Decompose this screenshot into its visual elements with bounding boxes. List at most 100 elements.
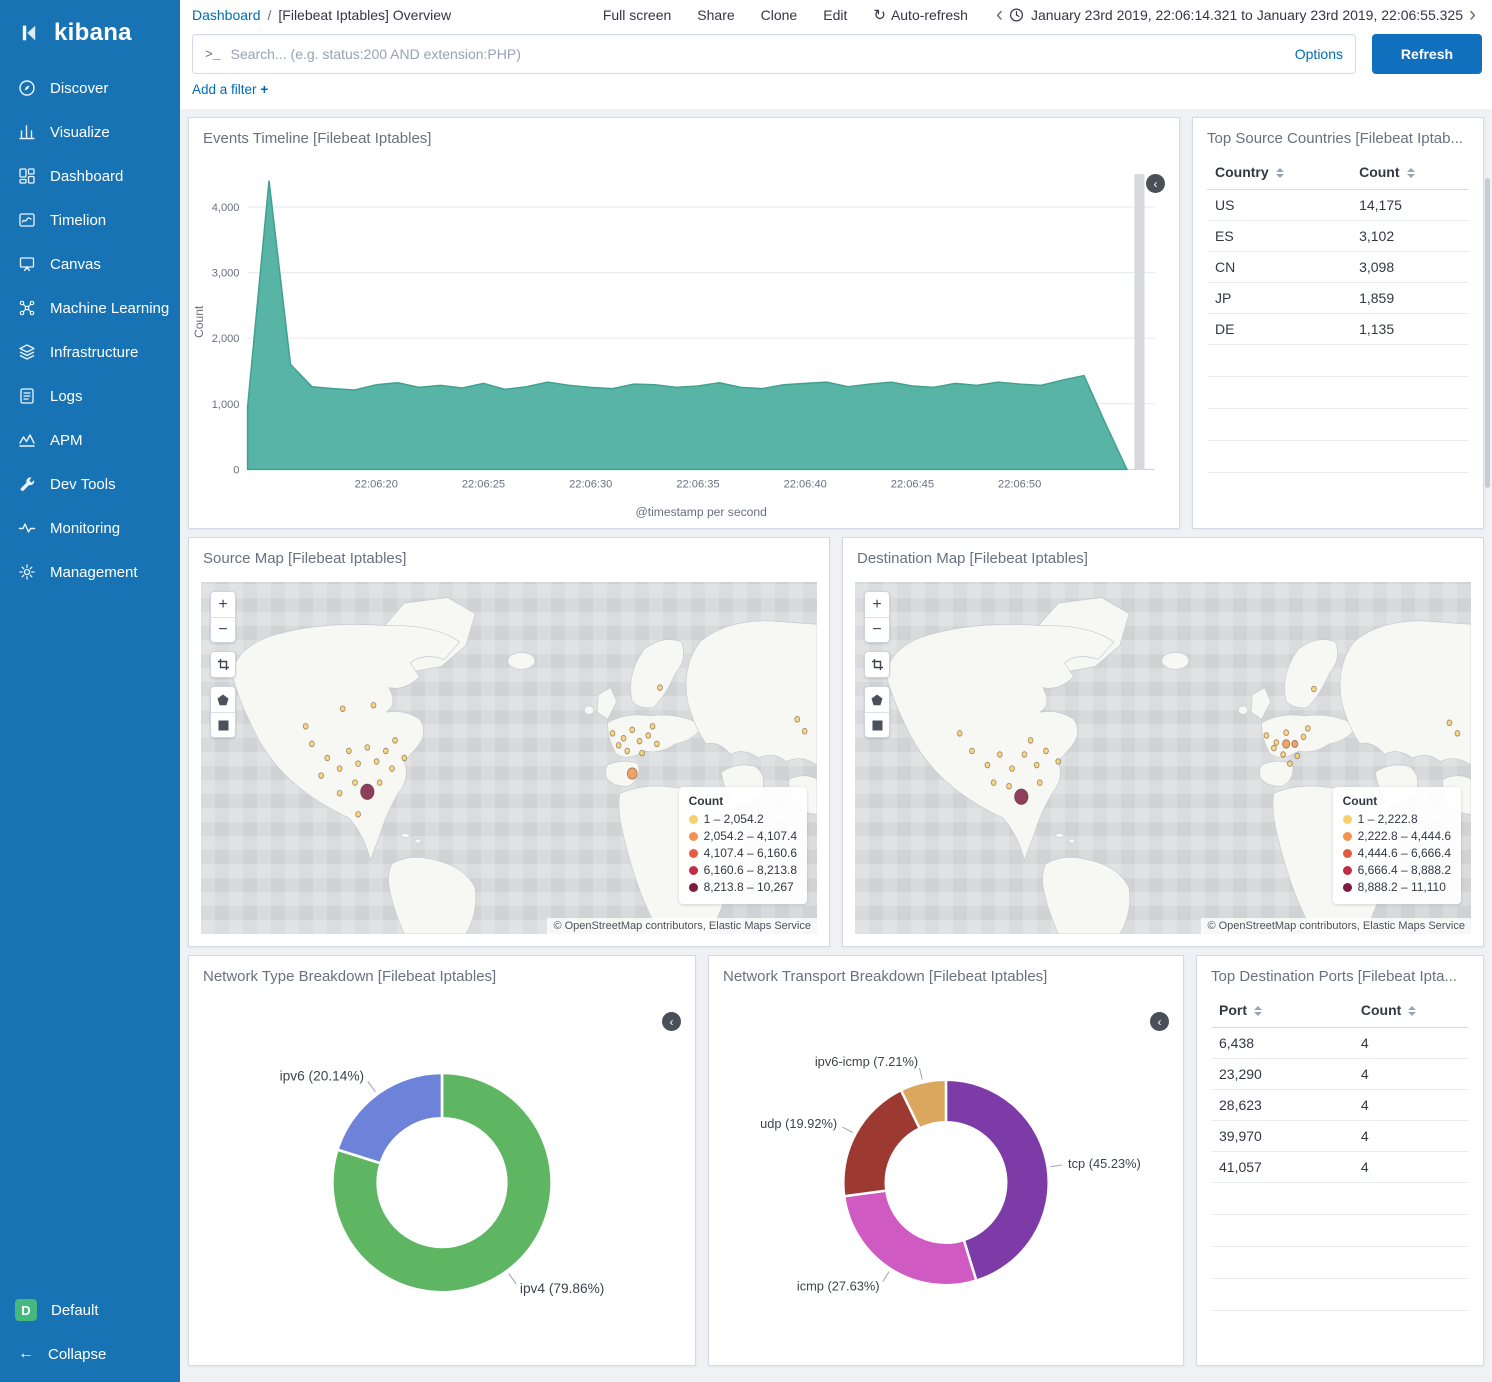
svg-text:1,000: 1,000 [212, 399, 240, 411]
legend-row: 2,222.8 – 4,444.6 [1343, 828, 1451, 845]
legend-row: 1 – 2,222.8 [1343, 811, 1451, 828]
sidebar-item-infrastructure[interactable]: Infrastructure [0, 330, 180, 374]
sidebar-item-visualize[interactable]: Visualize [0, 110, 180, 154]
time-range-picker[interactable]: January 23rd 2019, 22:06:14.321 to Janua… [1009, 7, 1463, 23]
kibana-logo[interactable]: kibana [0, 0, 180, 66]
draw-polygon-icon[interactable] [211, 687, 235, 712]
zoom-in-button[interactable]: + [865, 592, 889, 617]
legend-toggle-icon[interactable]: ‹ [1146, 174, 1165, 193]
table-empty-row [1207, 441, 1469, 473]
fit-data-bounds-icon[interactable] [865, 652, 889, 677]
legend-dot [689, 832, 698, 841]
page-scrollbar[interactable] [1485, 178, 1490, 488]
draw-rectangle-icon[interactable] [211, 712, 235, 737]
share-button[interactable]: Share [697, 7, 734, 23]
main-area: Dashboard / [Filebeat Iptables] Overview… [180, 0, 1492, 1382]
legend-row: 6,160.6 – 8,213.8 [689, 862, 797, 879]
sidebar-item-dev-tools[interactable]: Dev Tools [0, 462, 180, 506]
sidebar-collapse[interactable]: ← Collapse [0, 1332, 180, 1376]
legend-toggle-icon[interactable]: ‹ [1150, 1012, 1169, 1031]
clone-button[interactable]: Clone [761, 7, 798, 23]
draw-polygon-icon[interactable] [865, 687, 889, 712]
table-empty-row [1211, 1279, 1469, 1311]
options-link[interactable]: Options [1283, 46, 1343, 62]
sidebar-item-label: Monitoring [50, 520, 120, 537]
add-filter-link[interactable]: Add a filter + [192, 82, 268, 97]
table-row: 41,0574 [1211, 1152, 1469, 1183]
sidebar-space-default[interactable]: D Default [0, 1288, 180, 1332]
table-row: US14,175 [1207, 190, 1469, 221]
source-map[interactable]: + − Count [201, 582, 817, 934]
kibana-logo-icon [14, 18, 44, 48]
legend-row: 1 – 2,054.2 [689, 811, 797, 828]
time-forward-button[interactable]: › [1463, 4, 1482, 25]
svg-text:udp (19.92%): udp (19.92%) [760, 1116, 837, 1131]
sidebar-item-discover[interactable]: Discover [0, 66, 180, 110]
sidebar-item-dashboard[interactable]: Dashboard [0, 154, 180, 198]
sidebar-item-label: Logs [50, 388, 83, 405]
refresh-button[interactable]: Refresh [1372, 34, 1482, 74]
auto-refresh-button[interactable]: ↻ Auto-refresh [873, 6, 968, 24]
timelion-icon [18, 211, 36, 229]
sidebar-item-timelion[interactable]: Timelion [0, 198, 180, 242]
panel-network-type-breakdown: Network Type Breakdown [Filebeat Iptable… [188, 955, 696, 1366]
column-header-country[interactable]: Country [1207, 155, 1351, 190]
legend-label: 8,888.2 – 11,110 [1358, 879, 1446, 896]
sort-icon [1408, 1006, 1416, 1016]
svg-text:3,000: 3,000 [212, 268, 240, 280]
sidebar-item-monitoring[interactable]: Monitoring [0, 506, 180, 550]
country-cell: CN [1207, 252, 1351, 283]
legend-dot [1343, 815, 1352, 824]
events-timeline-chart-area: 01,0002,0003,0004,00022:06:2022:06:2522:… [189, 158, 1179, 528]
table-empty-row [1207, 409, 1469, 441]
network-type-donut-chart[interactable]: ipv4 (79.86%)ipv6 (20.14%) [189, 996, 695, 1365]
svg-text:22:06:20: 22:06:20 [355, 479, 398, 491]
breadcrumb-dashboard-link[interactable]: Dashboard [192, 7, 261, 23]
port-cell: 41,057 [1211, 1152, 1353, 1183]
sidebar-item-label: Canvas [50, 256, 101, 273]
sidebar-item-management[interactable]: Management [0, 550, 180, 594]
svg-text:22:06:30: 22:06:30 [569, 479, 612, 491]
time-back-button[interactable]: ‹ [990, 4, 1009, 25]
dashboard-icon [18, 167, 36, 185]
port-cell: 39,970 [1211, 1121, 1353, 1152]
sidebar-item-canvas[interactable]: Canvas [0, 242, 180, 286]
port-cell: 6,438 [1211, 1028, 1353, 1059]
visualize-icon [18, 123, 36, 141]
events-area-chart[interactable]: 01,0002,0003,0004,00022:06:2022:06:2522:… [189, 158, 1179, 528]
panel-network-transport-breakdown: Network Transport Breakdown [Filebeat Ip… [708, 955, 1184, 1366]
zoom-out-button[interactable]: − [865, 617, 889, 642]
destination-map[interactable]: + − Count [855, 582, 1471, 934]
legend-toggle-icon[interactable]: ‹ [662, 1012, 681, 1031]
legend-label: 1 – 2,222.8 [1358, 811, 1418, 828]
fit-data-bounds-icon[interactable] [211, 652, 235, 677]
panel-top-source-countries: Top Source Countries [Filebeat Iptab... … [1192, 117, 1484, 529]
draw-rectangle-icon[interactable] [865, 712, 889, 737]
sidebar-item-apm[interactable]: APM [0, 418, 180, 462]
zoom-in-button[interactable]: + [211, 592, 235, 617]
svg-text:ipv6 (20.14%): ipv6 (20.14%) [280, 1069, 364, 1084]
collapse-arrow-icon: ← [18, 1345, 34, 1363]
column-header-count[interactable]: Count [1351, 155, 1469, 190]
table-row: 6,4384 [1211, 1028, 1469, 1059]
source-countries-table: Country Count US14,175 ES3,102 CN3,098 J… [1207, 155, 1469, 473]
table-row: DE1,135 [1207, 314, 1469, 345]
count-cell: 3,098 [1351, 252, 1469, 283]
svg-text:tcp (45.23%): tcp (45.23%) [1068, 1156, 1141, 1171]
zoom-out-button[interactable]: − [211, 617, 235, 642]
column-header-port[interactable]: Port [1211, 993, 1353, 1028]
dashboard-menu: Full screen Share Clone Edit [603, 7, 848, 23]
network-transport-donut-chart[interactable]: tcp (45.23%)icmp (27.63%)udp (19.92%)ipv… [709, 996, 1183, 1365]
sidebar-item-logs[interactable]: Logs [0, 374, 180, 418]
edit-button[interactable]: Edit [823, 7, 847, 23]
sidebar-item-label: Dev Tools [50, 476, 116, 493]
count-cell: 4 [1353, 1090, 1469, 1121]
sort-icon [1254, 1006, 1262, 1016]
space-label: Default [51, 1302, 99, 1319]
search-input[interactable] [231, 46, 1283, 62]
column-label: Count [1359, 164, 1399, 180]
sidebar-item-machine-learning[interactable]: Machine Learning [0, 286, 180, 330]
full-screen-button[interactable]: Full screen [603, 7, 671, 23]
count-cell: 3,102 [1351, 221, 1469, 252]
column-header-count[interactable]: Count [1353, 993, 1469, 1028]
